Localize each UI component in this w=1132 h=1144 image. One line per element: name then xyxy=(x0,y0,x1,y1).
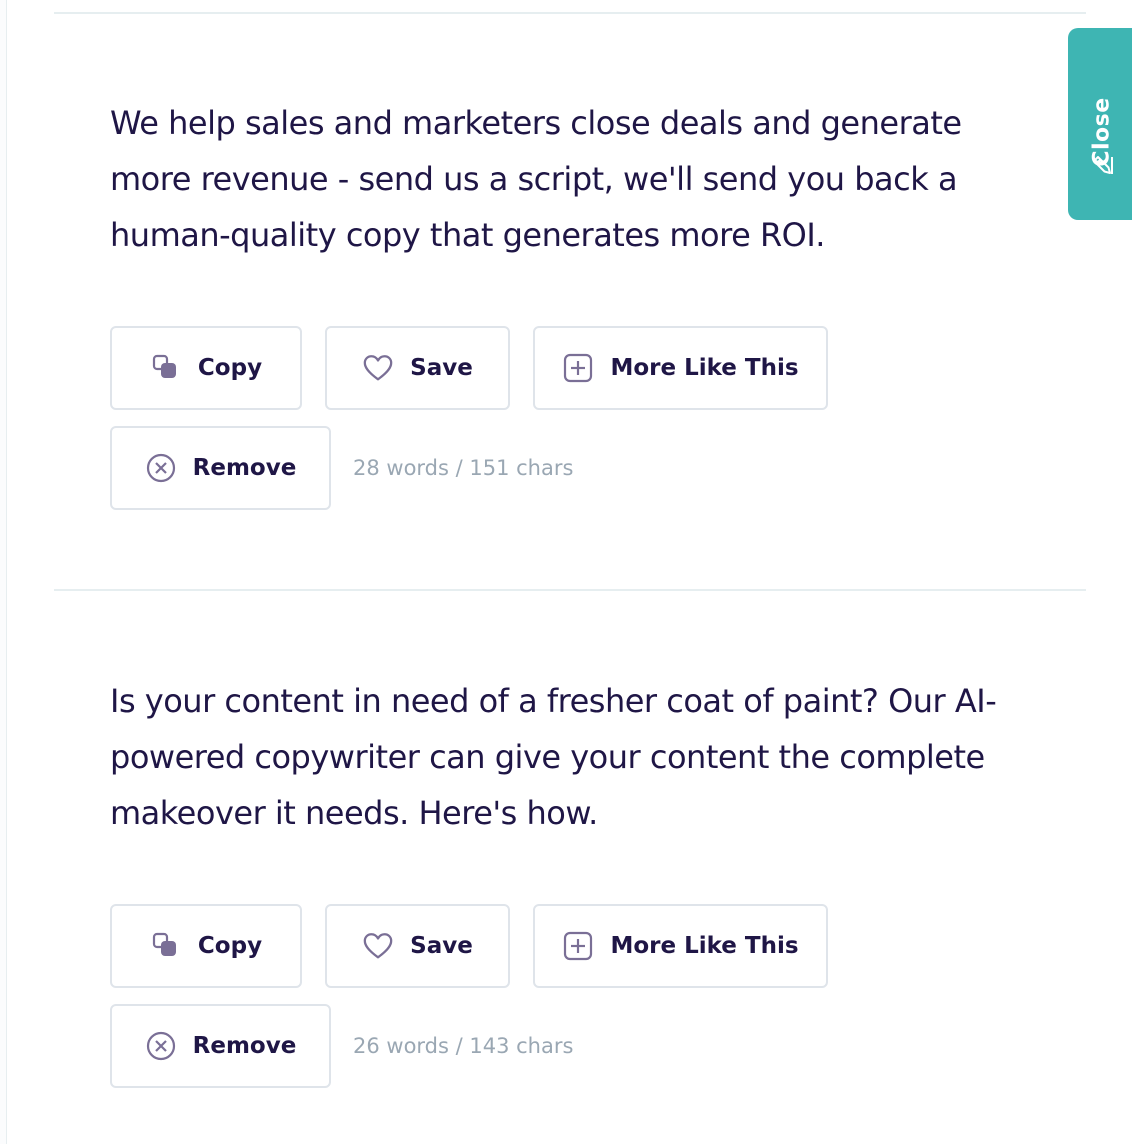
pencil-icon xyxy=(1089,152,1115,178)
copy-button[interactable]: Copy xyxy=(110,326,302,410)
word-count-stats: 28 words / 151 chars xyxy=(353,456,574,480)
save-label: Save xyxy=(410,355,473,381)
remove-button[interactable]: Remove xyxy=(110,426,331,510)
divider xyxy=(54,12,1086,14)
copy-icon xyxy=(150,352,182,384)
copy-label: Copy xyxy=(197,933,263,959)
heart-icon xyxy=(362,930,394,962)
x-circle-icon xyxy=(145,1030,177,1062)
copy-icon xyxy=(150,930,182,962)
close-tab[interactable]: Close xyxy=(1068,28,1132,220)
copy-button[interactable]: Copy xyxy=(110,904,302,988)
divider xyxy=(54,589,1086,591)
save-label: Save xyxy=(410,933,473,959)
page-left-edge xyxy=(0,0,7,1144)
result-card: Is your content in need of a fresher coa… xyxy=(110,673,1010,841)
more-like-this-label: More Like This xyxy=(610,355,799,381)
plus-square-icon xyxy=(562,352,594,384)
more-like-this-button[interactable]: More Like This xyxy=(533,904,828,988)
more-like-this-button[interactable]: More Like This xyxy=(533,326,828,410)
result-text: Is your content in need of a fresher coa… xyxy=(110,682,997,832)
save-button[interactable]: Save xyxy=(325,326,510,410)
heart-icon xyxy=(362,352,394,384)
result-text: We help sales and marketers close deals … xyxy=(110,104,962,254)
x-circle-icon xyxy=(145,452,177,484)
remove-label: Remove xyxy=(192,455,297,481)
remove-label: Remove xyxy=(192,1033,297,1059)
action-buttons: Copy Save More Like This xyxy=(110,326,1010,510)
save-button[interactable]: Save xyxy=(325,904,510,988)
copy-label: Copy xyxy=(197,355,263,381)
remove-button[interactable]: Remove xyxy=(110,1004,331,1088)
action-buttons: Copy Save More Like This xyxy=(110,904,1010,1088)
more-like-this-label: More Like This xyxy=(610,933,799,959)
result-card: We help sales and marketers close deals … xyxy=(110,95,1010,263)
word-count-stats: 26 words / 143 chars xyxy=(353,1034,574,1058)
plus-square-icon xyxy=(562,930,594,962)
